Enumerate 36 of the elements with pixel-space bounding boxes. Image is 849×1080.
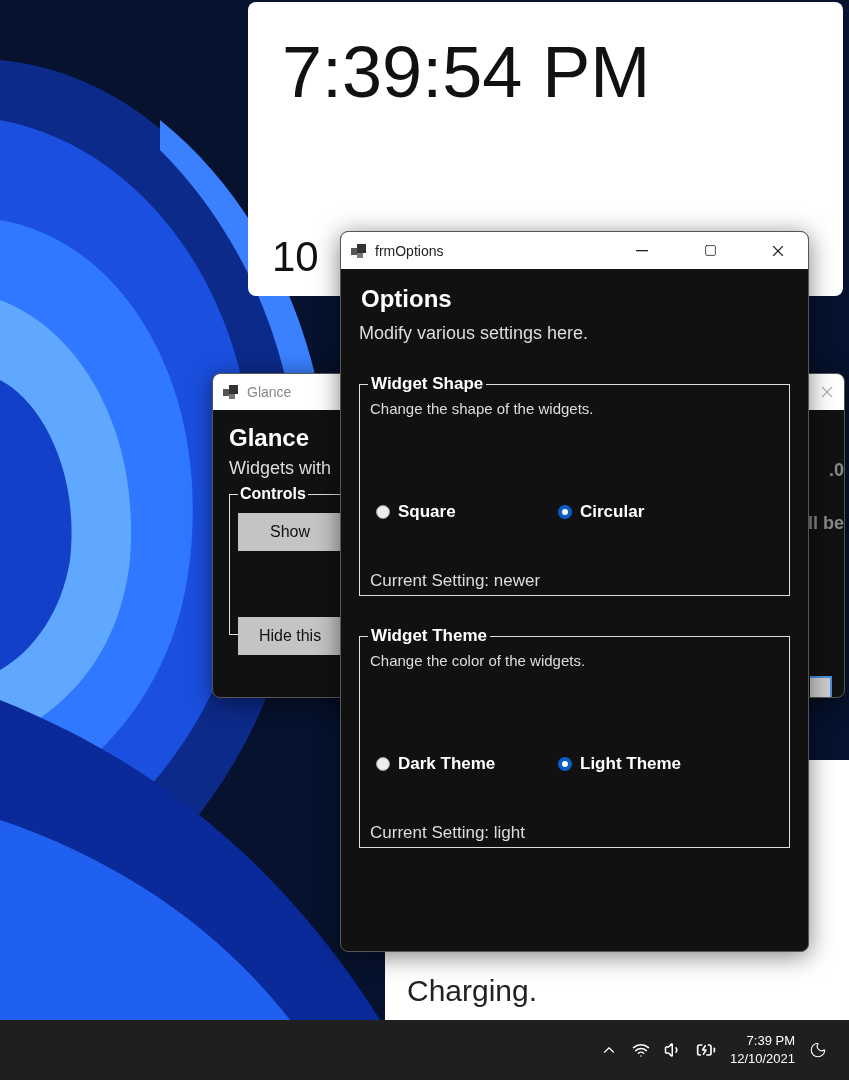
options-subtitle: Modify various settings here.	[359, 323, 590, 344]
radio-button[interactable]	[558, 505, 572, 519]
window-title: Glance	[247, 384, 292, 400]
window-title: frmOptions	[375, 242, 444, 259]
version-text: .0	[829, 460, 844, 481]
group-legend: Controls	[238, 485, 308, 503]
app-icon	[223, 385, 239, 399]
action-button[interactable]: Show	[238, 513, 342, 551]
radio-label: Square	[398, 502, 456, 522]
group-description: Change the shape of the widgets.	[370, 400, 595, 417]
radio-label: Dark Theme	[398, 754, 496, 774]
wifi-icon[interactable]	[631, 1041, 650, 1059]
radio-button[interactable]	[376, 757, 390, 771]
current-setting: Current Setting: newer	[370, 571, 542, 591]
taskbar-time[interactable]: 7:39 PM	[746, 1032, 795, 1050]
battery-status: Charging.	[406, 976, 539, 1009]
clock-time: 7:39:54 PM	[281, 31, 652, 108]
app-icon	[351, 243, 367, 258]
group-legend: Widget Theme	[368, 626, 491, 646]
group-description: Change the color of the widgets.	[370, 652, 587, 669]
action-button[interactable]: Hide this	[238, 617, 342, 655]
moon-icon[interactable]	[809, 1041, 827, 1059]
taskbar-date[interactable]: 12/10/2021	[729, 1050, 795, 1068]
radio-label: Circular	[580, 502, 645, 522]
clock-date: 10	[272, 236, 319, 278]
radio-label: Light Theme	[580, 754, 682, 774]
app-heading: Glance	[229, 424, 311, 452]
group-legend: Widget Shape	[368, 374, 487, 394]
maximize-icon	[703, 244, 717, 257]
current-setting: Current Setting: light	[370, 823, 526, 843]
note-text: ll be	[808, 513, 844, 534]
radio-button[interactable]	[558, 757, 572, 771]
options-heading: Options	[361, 285, 453, 313]
app-subtitle: Widgets with	[229, 458, 333, 479]
radio-button[interactable]	[376, 505, 390, 519]
minimize-icon	[636, 249, 648, 252]
